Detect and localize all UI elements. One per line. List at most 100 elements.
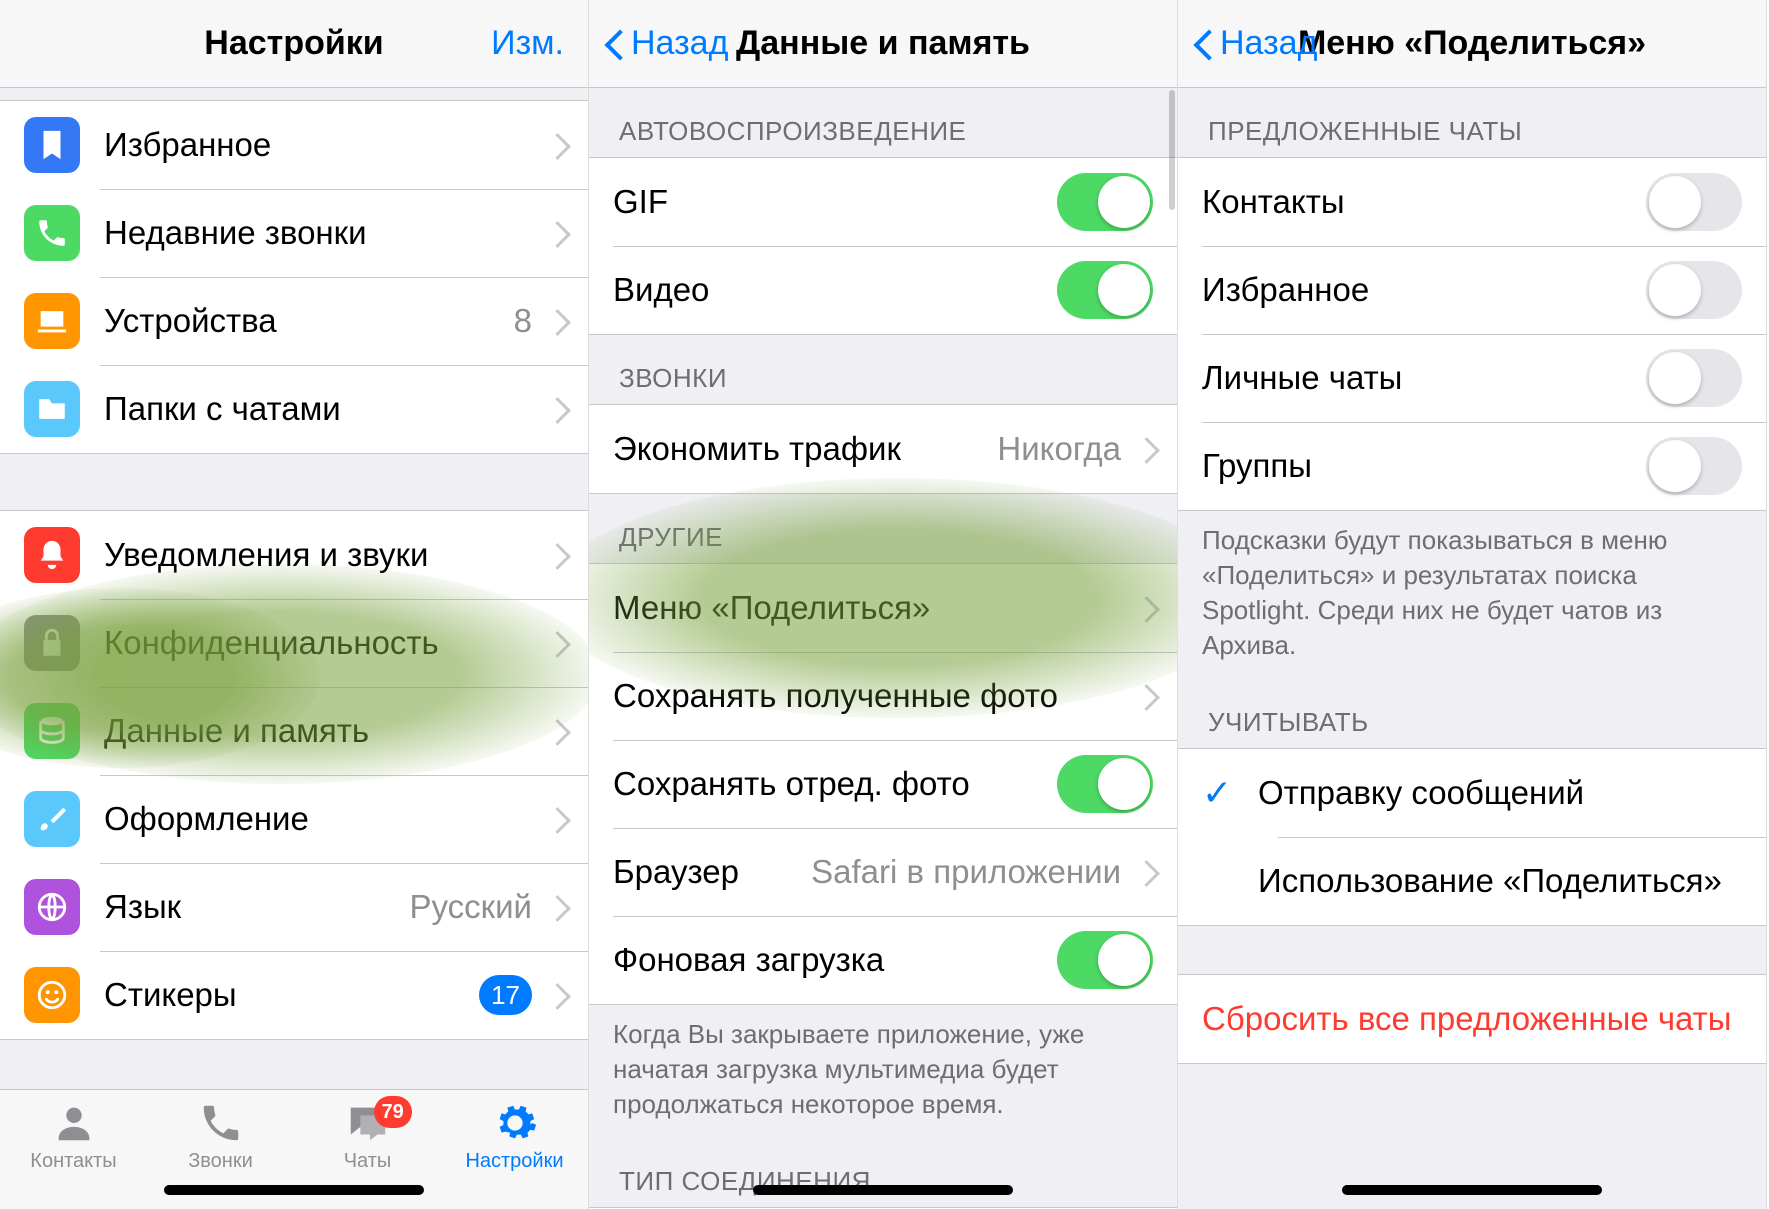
database-icon [24, 703, 80, 759]
row-video[interactable]: Видео [589, 246, 1177, 334]
chevron-right-icon [548, 981, 564, 1009]
chevron-right-icon [548, 893, 564, 921]
edit-button[interactable]: Изм. [491, 24, 564, 63]
row-favorites[interactable]: Избранное [1178, 246, 1766, 334]
chevron-right-icon [548, 805, 564, 833]
row-appearance[interactable]: Оформление [0, 775, 588, 863]
chevron-right-icon [548, 541, 564, 569]
tab-label: Настройки [465, 1150, 563, 1173]
back-button[interactable]: Назад [1194, 24, 1317, 63]
toggle-groups[interactable] [1646, 437, 1742, 495]
row-bg-download[interactable]: Фоновая загрузка [589, 916, 1177, 1004]
chevron-left-icon [1194, 26, 1216, 62]
tab-contacts[interactable]: Контакты [0, 1100, 147, 1173]
home-indicator [1342, 1185, 1602, 1195]
tab-label: Контакты [30, 1150, 116, 1173]
chevron-right-icon [1137, 858, 1153, 886]
row-label: Избранное [104, 126, 532, 164]
chevron-right-icon [548, 717, 564, 745]
row-label: Сохранять отред. фото [613, 765, 1045, 803]
section-header-connection: ТИП СОЕДИНЕНИЯ [589, 1138, 1177, 1207]
home-indicator [164, 1185, 424, 1195]
toggle-gif[interactable] [1057, 173, 1153, 231]
brush-icon [24, 791, 80, 847]
row-favorites[interactable]: Избранное [0, 101, 588, 189]
back-label: Назад [631, 24, 728, 63]
group-suggested: Контакты Избранное Личные чаты Группы [1178, 157, 1766, 511]
toggle-video[interactable] [1057, 261, 1153, 319]
row-label: Уведомления и звуки [104, 536, 532, 574]
row-label: Сохранять полученные фото [613, 677, 1121, 715]
row-label: Избранное [1202, 271, 1634, 309]
data-storage-screen: Назад Данные и память АВТОВОСПРОИЗВЕДЕНИ… [589, 0, 1178, 1209]
row-notifications[interactable]: Уведомления и звуки [0, 511, 588, 599]
row-gif[interactable]: GIF [589, 158, 1177, 246]
row-share-use[interactable]: ✓ Использование «Поделиться» [1178, 837, 1766, 925]
toggle-private[interactable] [1646, 349, 1742, 407]
toggle-bg-download[interactable] [1057, 931, 1153, 989]
chevron-right-icon [1137, 682, 1153, 710]
row-devices[interactable]: Устройства 8 [0, 277, 588, 365]
section-footer: Подсказки будут показываться в меню «Под… [1178, 511, 1766, 679]
row-language[interactable]: Язык Русский [0, 863, 588, 951]
group-reset: Сбросить все предложенные чаты [1178, 974, 1766, 1064]
toggle-favorites[interactable] [1646, 261, 1742, 319]
share-menu-screen: Назад Меню «Поделиться» ПРЕДЛОЖЕННЫЕ ЧАТ… [1178, 0, 1767, 1209]
chevron-right-icon [1137, 435, 1153, 463]
row-label: Недавние звонки [104, 214, 532, 252]
toggle-save-edited[interactable] [1057, 755, 1153, 813]
page-title: Настройки [204, 24, 383, 63]
row-save-incoming[interactable]: Сохранять полученные фото [589, 652, 1177, 740]
row-label: Язык [104, 888, 398, 926]
bell-icon [24, 527, 80, 583]
row-reset[interactable]: Сбросить все предложенные чаты [1178, 975, 1766, 1063]
row-label: Экономить трафик [613, 430, 985, 468]
row-label: Стикеры [104, 976, 467, 1014]
row-label: Оформление [104, 800, 532, 838]
settings-screen: Настройки Изм. Избранное Недавние звонки [0, 0, 589, 1209]
page-title: Меню «Поделиться» [1298, 24, 1646, 63]
row-label: Использование «Поделиться» [1258, 862, 1742, 900]
row-contacts[interactable]: Контакты [1178, 158, 1766, 246]
chevron-right-icon [1137, 594, 1153, 622]
chevron-right-icon [548, 219, 564, 247]
gear-icon [492, 1100, 538, 1146]
back-button[interactable]: Назад [605, 24, 728, 63]
row-label: Контакты [1202, 183, 1634, 221]
section-footer: Когда Вы закрываете приложение, уже нача… [589, 1005, 1177, 1138]
globe-icon [24, 879, 80, 935]
toggle-contacts[interactable] [1646, 173, 1742, 231]
badge: 17 [479, 975, 532, 1015]
row-label: GIF [613, 183, 1045, 221]
chevron-left-icon [605, 26, 627, 62]
row-value: Safari в приложении [811, 853, 1121, 891]
row-save-data[interactable]: Экономить трафик Никогда [589, 405, 1177, 493]
phone-icon [24, 205, 80, 261]
tab-settings[interactable]: Настройки [441, 1100, 588, 1173]
group-autoplay: GIF Видео [589, 157, 1177, 335]
navbar: Назад Меню «Поделиться» [1178, 0, 1766, 88]
tab-calls[interactable]: Звонки [147, 1100, 294, 1173]
row-groups[interactable]: Группы [1178, 422, 1766, 510]
sticker-icon [24, 967, 80, 1023]
row-label: Браузер [613, 853, 799, 891]
section-header-autoplay: АВТОВОСПРОИЗВЕДЕНИЕ [589, 88, 1177, 157]
tab-badge: 79 [374, 1096, 412, 1128]
tab-chats[interactable]: 79 Чаты [294, 1100, 441, 1173]
row-data-storage[interactable]: Данные и память [0, 687, 588, 775]
section-header-consider: УЧИТЫВАТЬ [1178, 679, 1766, 748]
row-save-edited[interactable]: Сохранять отред. фото [589, 740, 1177, 828]
chevron-right-icon [548, 395, 564, 423]
row-sending[interactable]: ✓ Отправку сообщений [1178, 749, 1766, 837]
row-private[interactable]: Личные чаты [1178, 334, 1766, 422]
row-value: Никогда [997, 430, 1121, 468]
row-share-menu[interactable]: Меню «Поделиться» [589, 564, 1177, 652]
row-privacy[interactable]: Конфиденциальность [0, 599, 588, 687]
row-label: Отправку сообщений [1258, 774, 1742, 812]
row-browser[interactable]: Браузер Safari в приложении [589, 828, 1177, 916]
row-stickers[interactable]: Стикеры 17 [0, 951, 588, 1039]
row-chat-folders[interactable]: Папки с чатами [0, 365, 588, 453]
row-recent-calls[interactable]: Недавние звонки [0, 189, 588, 277]
row-value: Русский [410, 888, 532, 926]
bookmark-icon [24, 117, 80, 173]
